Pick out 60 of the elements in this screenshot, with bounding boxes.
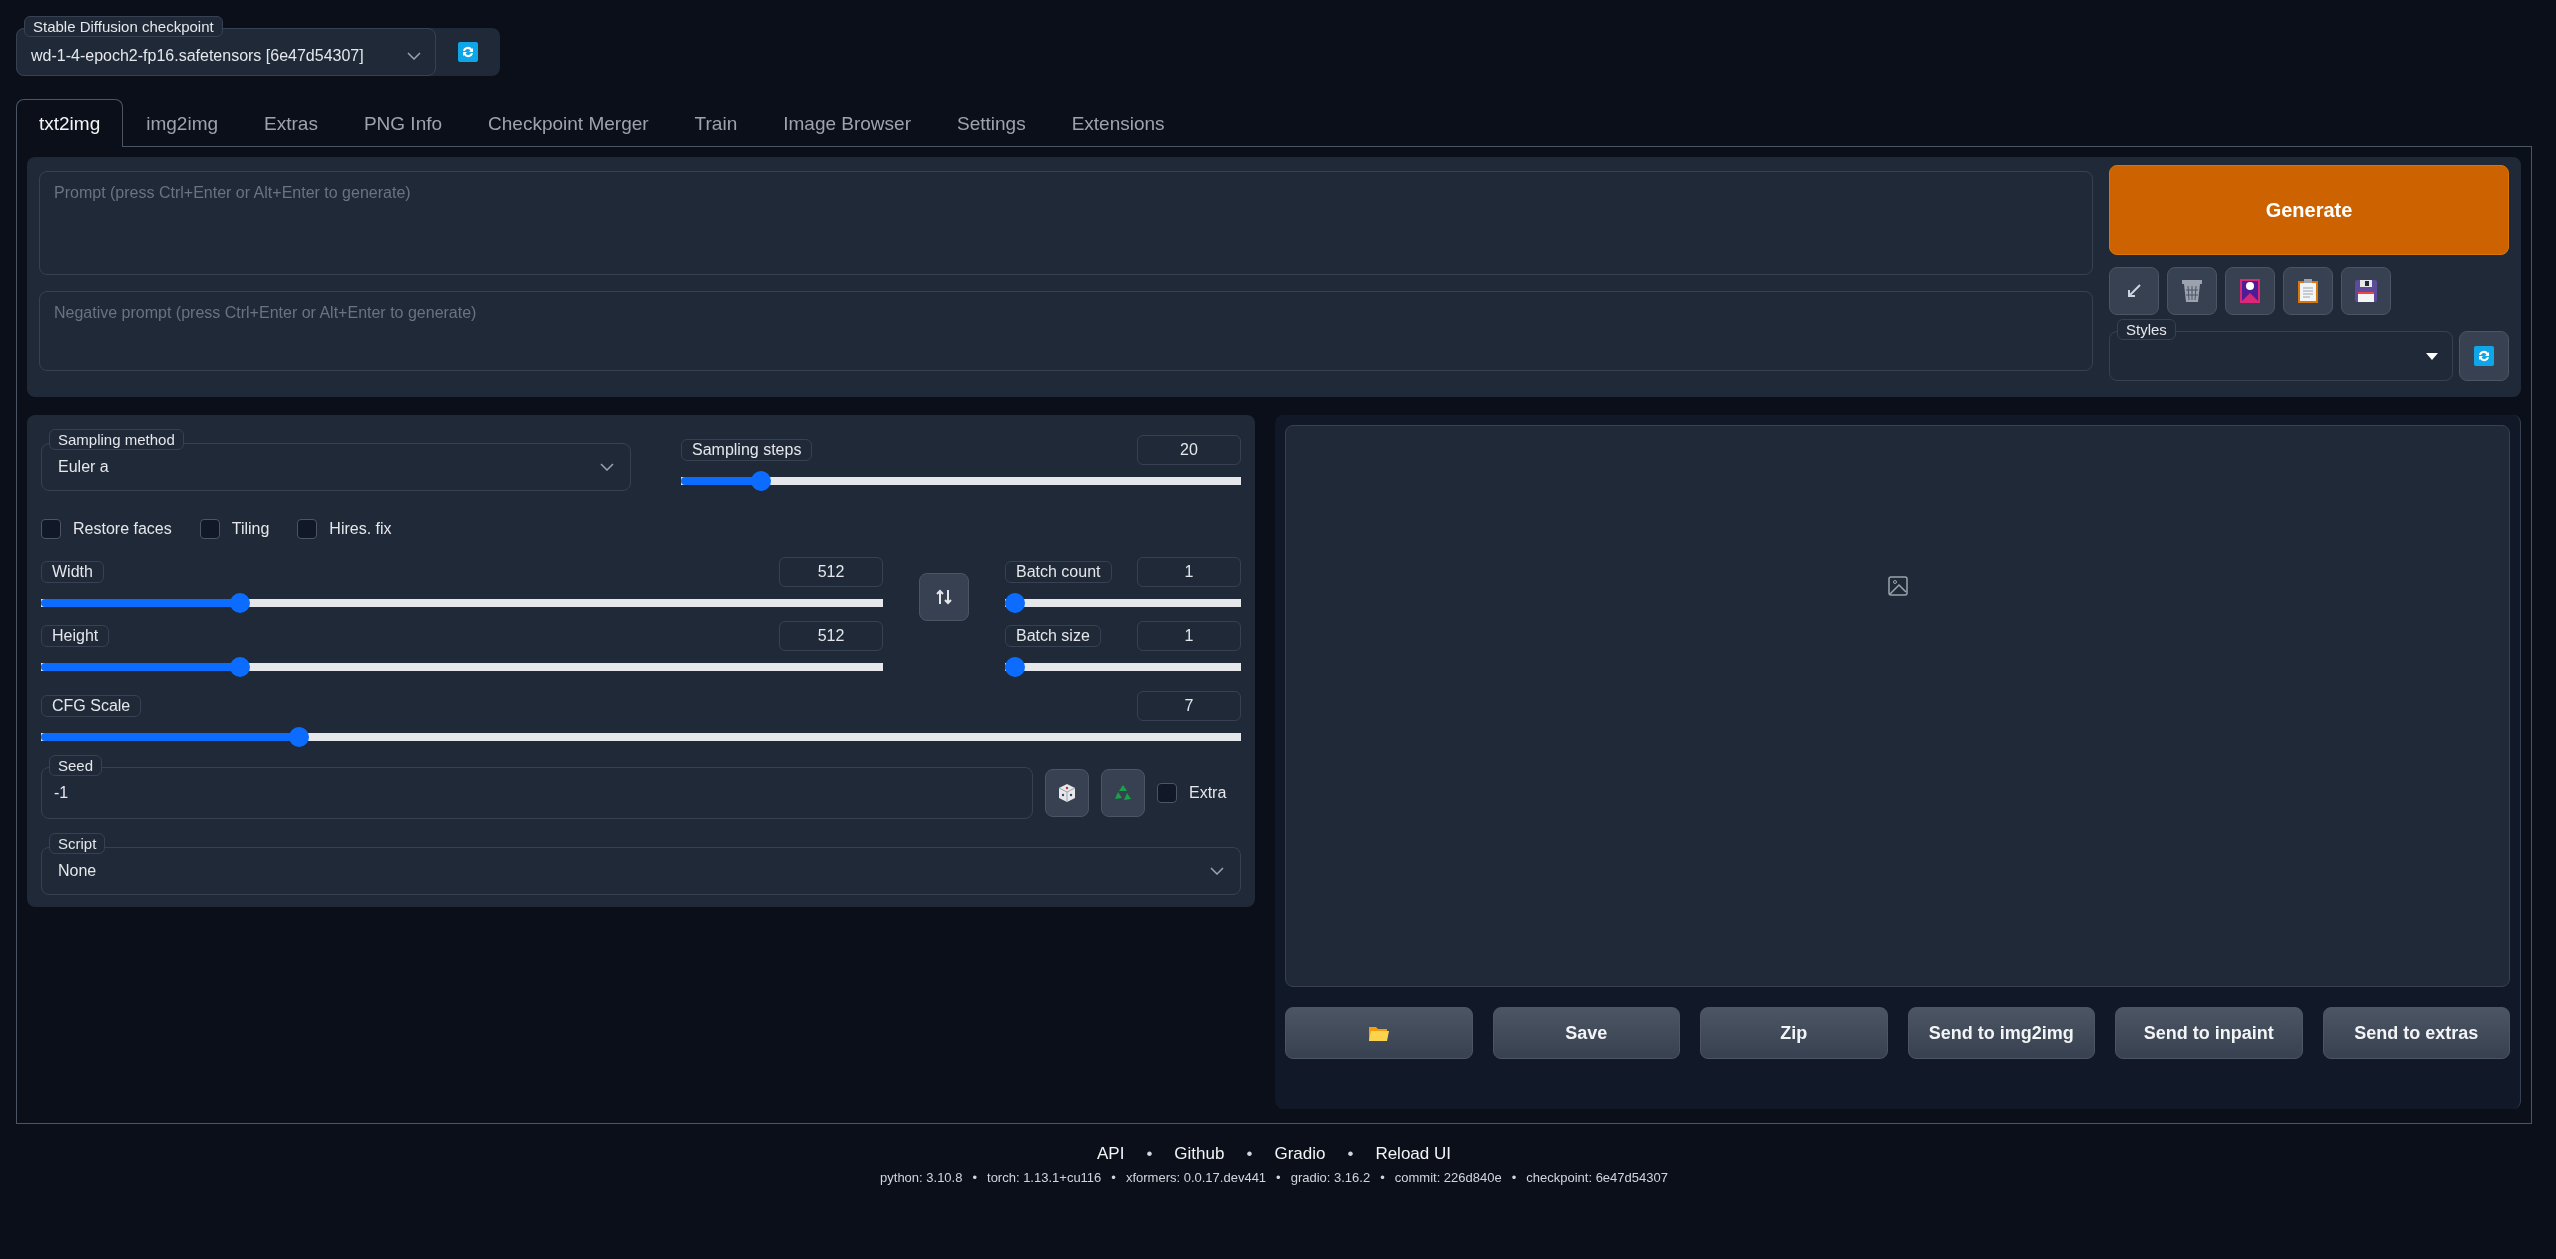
dropdown-value: Euler a	[58, 458, 109, 476]
footer-link[interactable]: Reload UI	[1375, 1144, 1451, 1164]
checkbox-label[interactable]: Hires. fix	[297, 519, 392, 539]
output-button[interactable]: Send to img2img	[1907, 1007, 2095, 1059]
field-label: Styles	[2117, 319, 2176, 340]
output-button[interactable]: Send to inpaint	[2115, 1007, 2303, 1059]
tab[interactable]: Extras	[241, 99, 341, 147]
dropdown-value: None	[58, 862, 97, 880]
slider-label: Width	[41, 561, 104, 583]
output-button[interactable]: Zip	[1700, 1007, 1888, 1059]
negative-prompt-field[interactable]: Negative prompt (press Ctrl+Enter or Alt+Enter to generate)	[39, 291, 2093, 371]
prompt-field[interactable]: Prompt (press Ctrl+Enter or Alt+Enter to generate)	[39, 171, 2093, 275]
number-field[interactable]: 20	[1137, 435, 1241, 465]
tab[interactable]: Extensions	[1048, 99, 1188, 147]
separator-dot: •	[1347, 1144, 1354, 1164]
field-label: Stable Diffusion checkpoint	[24, 16, 223, 37]
tab[interactable]: Image Browser	[760, 99, 934, 147]
tab[interactable]: PNG Info	[340, 99, 466, 147]
slider-label: Batch count	[1005, 561, 1112, 583]
version-info: xformers: 0.0.17.dev441	[1125, 1170, 1267, 1185]
separator-dot: •	[1511, 1170, 1517, 1185]
footer-link[interactable]: Github	[1174, 1144, 1225, 1164]
tab[interactable]: txt2img	[16, 99, 124, 147]
number-field[interactable]: 7	[1137, 691, 1241, 721]
tab[interactable]: Settings	[934, 99, 1049, 147]
version-info: torch: 1.13.1+cu116	[987, 1170, 1102, 1185]
number-field[interactable]: 1	[1137, 621, 1241, 651]
slider-label: Batch size	[1005, 625, 1101, 647]
slider-label: Height	[41, 625, 110, 647]
separator-dot: •	[1146, 1144, 1153, 1164]
output-button[interactable]: Save	[1492, 1007, 1680, 1059]
tab[interactable]: img2img	[123, 99, 242, 147]
output-button[interactable]: Send to extras	[2322, 1007, 2510, 1059]
version-info: checkpoint: 6e47d54307	[1526, 1170, 1668, 1185]
slider-label: Sampling steps	[681, 439, 813, 461]
version-info: python: 3.10.8	[880, 1170, 963, 1185]
footer-link[interactable]: API	[1097, 1144, 1125, 1164]
footer-link[interactable]: Gradio	[1274, 1144, 1326, 1164]
tab[interactable]: Train	[671, 99, 761, 147]
field-label: Script	[49, 833, 106, 854]
slider-label: CFG Scale	[41, 695, 142, 717]
checkbox-label[interactable]: Extra	[1157, 783, 1241, 803]
version-info: gradio: 3.16.2	[1290, 1170, 1371, 1185]
number-field[interactable]: 512	[779, 621, 883, 651]
field-label: Seed	[49, 755, 103, 776]
separator-dot: •	[1276, 1170, 1281, 1185]
number-field[interactable]: 1	[1137, 557, 1241, 587]
tab[interactable]: Checkpoint Merger	[465, 99, 672, 147]
number-field[interactable]: 512	[779, 557, 883, 587]
separator-dot: •	[1380, 1170, 1385, 1185]
separator-dot: •	[1111, 1170, 1116, 1185]
field-label: Sampling method	[49, 429, 184, 450]
version-info: commit: 226d840e	[1394, 1170, 1502, 1185]
separator-dot: •	[1246, 1144, 1253, 1164]
checkbox-label[interactable]: Tiling	[199, 519, 270, 539]
dropdown-value: wd-1-4-epoch2-fp16.safetensors [6e47d54307]	[31, 47, 364, 65]
checkbox-label[interactable]: Restore faces	[41, 519, 172, 539]
separator-dot: •	[972, 1170, 977, 1185]
field-value: -1	[54, 784, 69, 802]
generate-button[interactable]: Generate	[2109, 165, 2509, 255]
